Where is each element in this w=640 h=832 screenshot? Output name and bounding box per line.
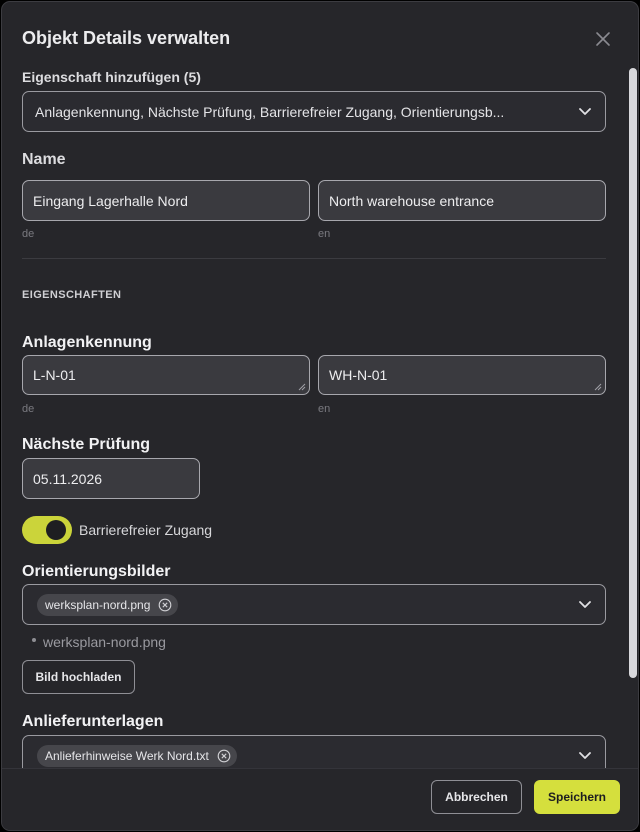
delivery-docs-label: Anlieferunterlagen xyxy=(22,713,164,730)
name-de-input[interactable]: Eingang Lagerhalle Nord xyxy=(22,180,310,221)
save-button[interactable]: Speichern xyxy=(534,780,620,814)
remove-circle-icon[interactable] xyxy=(158,598,172,612)
name-en-input[interactable]: North warehouse entrance xyxy=(318,180,606,221)
cancel-button[interactable]: Abbrechen xyxy=(431,780,522,814)
asset-id-de-value: L-N-01 xyxy=(33,367,76,383)
next-inspection-label: Nächste Prüfung xyxy=(22,436,151,453)
orientation-images-label: Orientierungsbilder xyxy=(22,563,171,580)
section-divider xyxy=(22,258,606,259)
orientation-file-item: werksplan-nord.png xyxy=(43,634,166,650)
close-icon[interactable] xyxy=(594,30,612,48)
dialog-footer: Abbrechen Speichern xyxy=(2,768,638,830)
add-property-value: Anlagenkennung, Nächste Prüfung, Barrier… xyxy=(35,103,505,120)
accessible-access-label: Barrierefreier Zugang xyxy=(79,522,213,538)
dialog-scroll-area[interactable]: Objekt Details verwalten Eigenschaft hin… xyxy=(2,2,638,768)
resize-handle-icon[interactable] xyxy=(298,383,306,391)
name-de-lang: de xyxy=(22,228,35,240)
chevron-down-icon xyxy=(579,751,591,759)
accessible-access-toggle[interactable] xyxy=(22,516,72,544)
delivery-docs-select[interactable]: Anlieferhinweise Werk Nord.txt xyxy=(22,735,606,768)
name-en-lang: en xyxy=(318,228,331,240)
dialog-title: Objekt Details verwalten xyxy=(22,28,231,48)
orientation-image-chip: werksplan-nord.png xyxy=(37,594,179,616)
chevron-down-icon xyxy=(579,600,591,608)
section-caption: EIGENSCHAFTEN xyxy=(22,289,122,301)
next-inspection-date-input[interactable]: 05.11.2026 xyxy=(22,458,200,499)
add-property-select[interactable]: Anlagenkennung, Nächste Prüfung, Barrier… xyxy=(22,91,606,132)
asset-id-en-value: WH-N-01 xyxy=(329,367,388,383)
chevron-down-icon xyxy=(579,107,591,115)
asset-id-en-textarea[interactable]: WH-N-01 xyxy=(318,355,606,395)
remove-circle-icon[interactable] xyxy=(217,749,231,763)
orientation-images-select[interactable]: werksplan-nord.png xyxy=(22,584,606,625)
scrollbar-thumb[interactable] xyxy=(629,68,637,678)
bullet-icon xyxy=(32,638,36,642)
name-label: Name xyxy=(22,151,66,168)
object-details-dialog: Objekt Details verwalten Eigenschaft hin… xyxy=(1,1,639,831)
resize-handle-icon[interactable] xyxy=(594,383,602,391)
asset-id-de-textarea[interactable]: L-N-01 xyxy=(22,355,310,395)
asset-id-label: Anlagenkennung xyxy=(22,334,152,351)
toggle-knob xyxy=(46,520,66,540)
chip-label: Anlieferhinweise Werk Nord.txt xyxy=(45,749,209,763)
upload-image-button[interactable]: Bild hochladen xyxy=(22,660,135,694)
asset-id-de-lang: de xyxy=(22,403,35,415)
asset-id-en-lang: en xyxy=(318,403,331,415)
add-property-label: Eigenschaft hinzufügen (5) xyxy=(22,69,201,85)
delivery-doc-chip: Anlieferhinweise Werk Nord.txt xyxy=(37,745,237,767)
chip-label: werksplan-nord.png xyxy=(45,598,151,612)
